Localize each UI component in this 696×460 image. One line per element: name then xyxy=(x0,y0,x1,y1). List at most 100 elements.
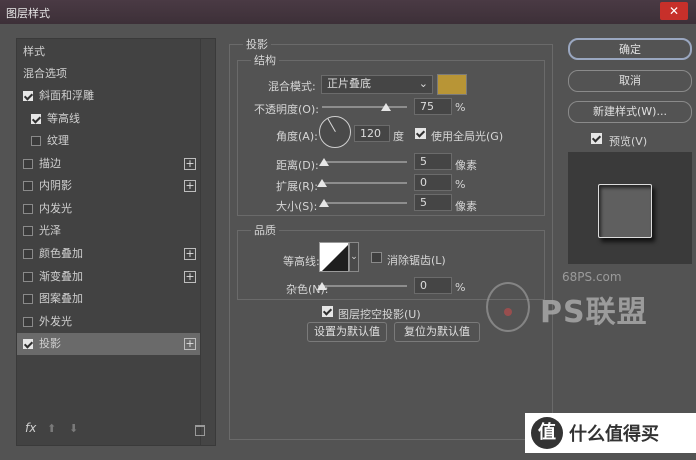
style-item-2[interactable]: 斜面和浮雕 xyxy=(17,85,200,107)
antialias-checkbox[interactable] xyxy=(371,252,382,263)
contour-dropdown-arrow[interactable]: ⌄ xyxy=(349,242,359,272)
global-light-label: 使用全局光(G) xyxy=(431,130,504,143)
style-item-label: 外发光 xyxy=(39,315,72,328)
antialias-label: 消除锯齿(L) xyxy=(387,254,446,267)
opacity-input[interactable]: 75 xyxy=(414,98,452,115)
style-item-checkbox[interactable] xyxy=(23,181,33,191)
close-button[interactable]: ✕ xyxy=(660,2,688,20)
style-item-10[interactable]: 渐变叠加 + xyxy=(17,266,200,288)
contour-curve-icon xyxy=(322,245,348,271)
contour-preview[interactable] xyxy=(319,242,349,272)
style-item-checkbox[interactable] xyxy=(23,159,33,169)
add-icon[interactable]: + xyxy=(184,338,196,350)
style-item-6[interactable]: 内阴影 + xyxy=(17,175,200,197)
noise-slider-track[interactable] xyxy=(322,285,407,287)
style-item-checkbox[interactable] xyxy=(23,317,33,327)
style-item-checkbox[interactable] xyxy=(23,339,33,349)
set-default-button[interactable]: 设置为默认值 xyxy=(307,322,387,342)
move-up-icon[interactable]: ⬆ xyxy=(47,422,56,435)
angle-label: 角度(A): xyxy=(276,130,318,143)
style-item-0[interactable]: 样式 xyxy=(17,41,200,63)
structure-title: 结构 xyxy=(251,52,279,68)
style-item-label: 斜面和浮雕 xyxy=(39,89,94,102)
blend-mode-select[interactable]: 正片叠底 ⌄ xyxy=(321,75,433,94)
move-down-icon[interactable]: ⬇ xyxy=(69,422,78,435)
style-item-3[interactable]: 等高线 xyxy=(17,108,200,130)
chevron-down-icon: ⌄ xyxy=(418,77,428,90)
style-item-12[interactable]: 外发光 xyxy=(17,311,200,333)
style-item-checkbox[interactable] xyxy=(23,91,33,101)
dialog-title: 图层样式 xyxy=(6,7,50,20)
size-input[interactable]: 5 xyxy=(414,194,452,211)
smzdm-text: 什么值得买 xyxy=(569,424,659,445)
style-preview xyxy=(568,152,692,264)
styles-list-scrollbar[interactable] xyxy=(200,39,215,445)
style-item-8[interactable]: 光泽 xyxy=(17,220,200,242)
distance-input[interactable]: 5 xyxy=(414,153,452,170)
size-slider-track[interactable] xyxy=(322,202,407,204)
watermark-brand: PS联盟 xyxy=(540,295,648,330)
preview-square xyxy=(598,184,652,238)
blend-mode-value: 正片叠底 xyxy=(327,77,371,90)
style-item-label: 内发光 xyxy=(39,202,72,215)
blend-mode-label: 混合模式: xyxy=(268,80,316,93)
noise-slider-thumb[interactable] xyxy=(317,282,327,290)
style-item-checkbox[interactable] xyxy=(23,294,33,304)
style-item-5[interactable]: 描边 + xyxy=(17,153,200,175)
fx-icon[interactable]: fx xyxy=(25,421,36,435)
knockout-checkbox[interactable] xyxy=(322,306,333,317)
style-item-9[interactable]: 颜色叠加 + xyxy=(17,243,200,265)
style-item-1[interactable]: 混合选项 xyxy=(17,63,200,85)
style-item-11[interactable]: 图案叠加 xyxy=(17,288,200,310)
style-item-checkbox[interactable] xyxy=(31,114,41,124)
size-slider-thumb[interactable] xyxy=(318,199,329,207)
styles-list-panel: 样式 混合选项斜面和浮雕等高线纹理描边 + 内阴影 + 内发光光泽 颜色叠加 + 渐变叠加 + 图案… xyxy=(16,38,216,446)
distance-slider-track[interactable] xyxy=(322,161,407,163)
add-icon[interactable]: + xyxy=(184,180,196,192)
style-item-13[interactable]: 投影 + xyxy=(17,333,200,355)
angle-dial[interactable] xyxy=(319,116,351,148)
trash-icon[interactable] xyxy=(195,425,205,436)
add-icon[interactable]: + xyxy=(184,271,196,283)
watermark-site: 68PS.com xyxy=(562,270,622,284)
style-item-checkbox[interactable] xyxy=(23,272,33,282)
noise-input[interactable]: 0 xyxy=(414,277,452,294)
add-icon[interactable]: + xyxy=(184,248,196,260)
spread-input[interactable]: 0 xyxy=(414,174,452,191)
angle-needle xyxy=(327,118,336,132)
distance-label: 距离(D): xyxy=(276,159,319,172)
style-item-checkbox[interactable] xyxy=(31,136,41,146)
preview-checkbox[interactable] xyxy=(591,133,602,144)
style-item-7[interactable]: 内发光 xyxy=(17,198,200,220)
reset-default-button[interactable]: 复位为默认值 xyxy=(394,322,480,342)
noise-unit: % xyxy=(455,281,466,294)
ok-button[interactable]: 确定 xyxy=(568,38,692,60)
contour-label: 等高线: xyxy=(283,255,320,268)
angle-unit: 度 xyxy=(393,130,404,143)
cancel-button[interactable]: 取消 xyxy=(568,70,692,92)
spread-slider-track[interactable] xyxy=(322,182,407,184)
style-item-checkbox[interactable] xyxy=(23,226,33,236)
add-icon[interactable]: + xyxy=(184,158,196,170)
style-item-checkbox[interactable] xyxy=(23,204,33,214)
opacity-unit: % xyxy=(455,101,466,114)
style-item-label: 内阴影 xyxy=(39,179,72,192)
opacity-slider-thumb[interactable] xyxy=(380,103,391,111)
spread-slider-thumb[interactable] xyxy=(317,179,327,187)
style-item-4[interactable]: 纹理 xyxy=(17,130,200,152)
opacity-label: 不透明度(O): xyxy=(254,103,319,116)
spread-unit: % xyxy=(455,178,466,191)
style-item-checkbox[interactable] xyxy=(23,249,33,259)
opacity-slider-track[interactable] xyxy=(322,106,407,108)
layer-style-dialog: 图层样式 ✕ 样式 混合选项斜面和浮雕等高线纹理描边 + 内阴影 + 内发光光泽 颜色叠加 +… xyxy=(0,0,696,460)
angle-input[interactable]: 120 xyxy=(354,125,390,142)
global-light-checkbox[interactable] xyxy=(415,128,426,139)
shadow-color-swatch[interactable] xyxy=(437,74,467,95)
preview-label: 预览(V) xyxy=(609,135,648,148)
distance-slider-thumb[interactable] xyxy=(318,158,329,166)
new-style-button[interactable]: 新建样式(W)... xyxy=(568,101,692,123)
style-item-label: 纹理 xyxy=(47,134,69,147)
watermark-logo-icon xyxy=(486,282,530,332)
knockout-label: 图层挖空投影(U) xyxy=(338,308,421,321)
spread-label: 扩展(R): xyxy=(276,180,318,193)
